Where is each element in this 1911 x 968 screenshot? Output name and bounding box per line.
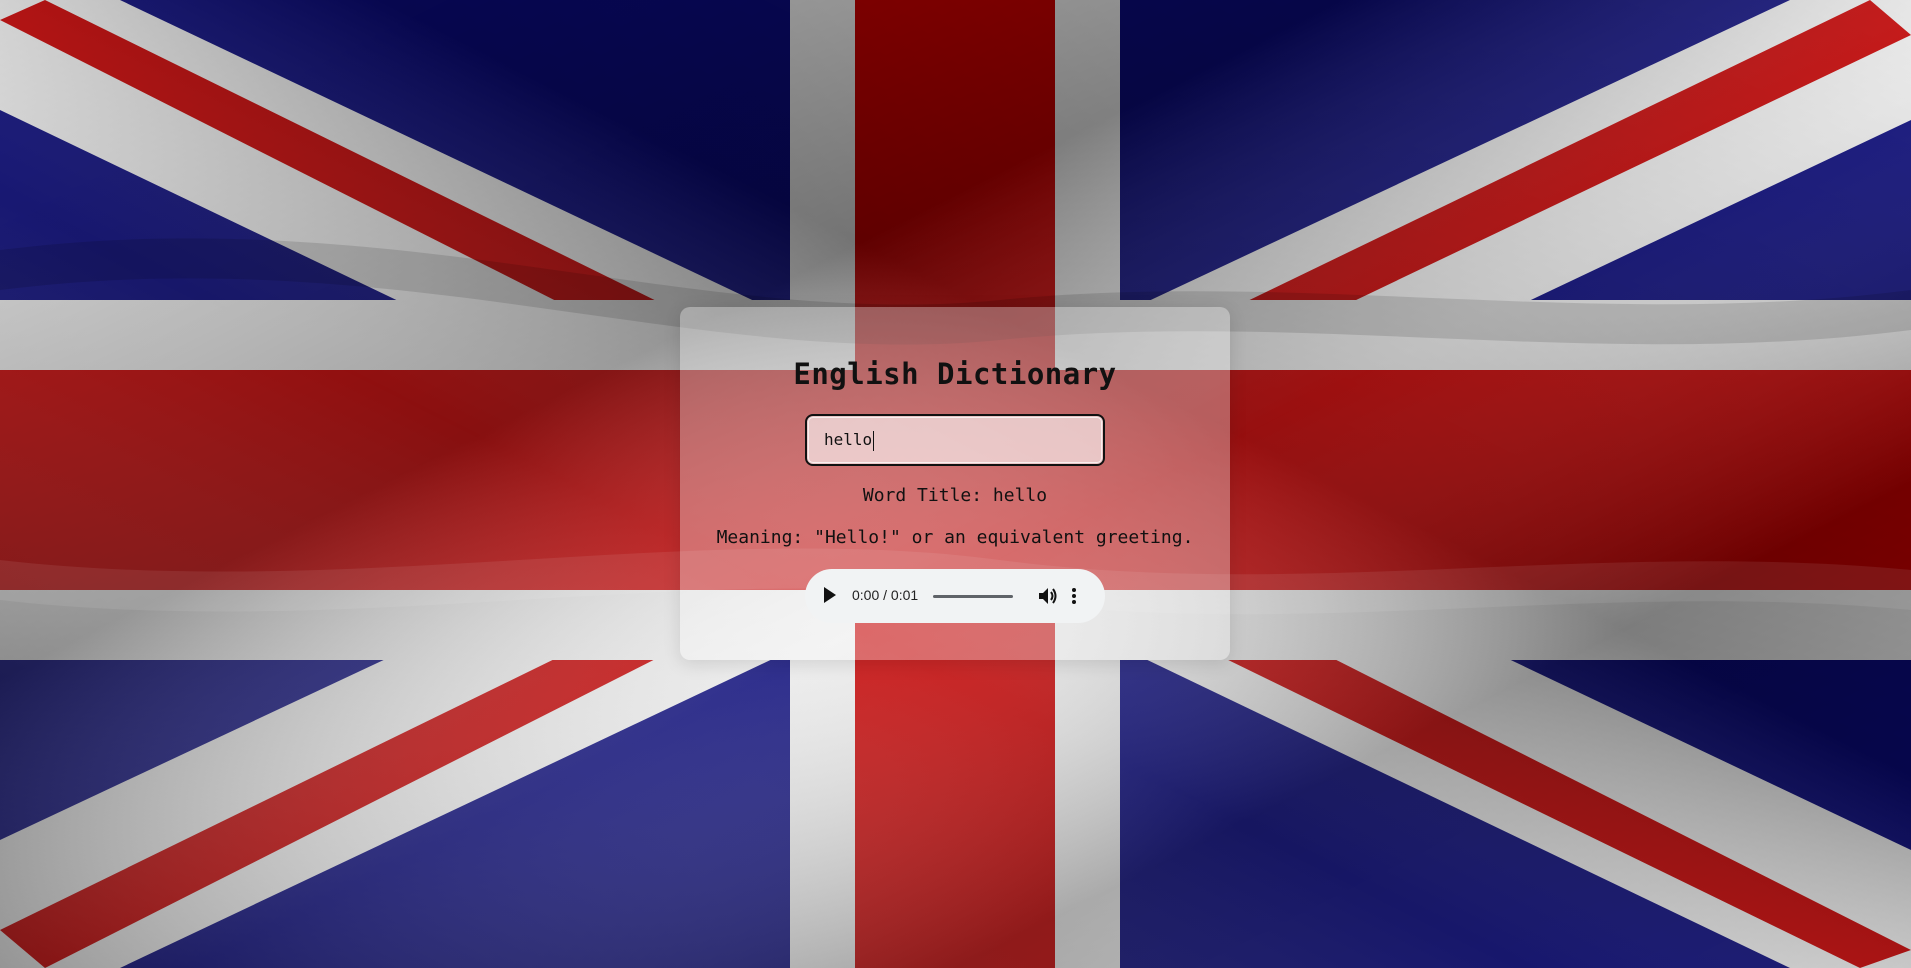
search-input-value: hello (824, 430, 873, 449)
page-title: English Dictionary (793, 357, 1117, 391)
text-caret (873, 430, 875, 451)
audio-time: 0:00 / 0:01 (852, 587, 919, 603)
word-title: Word Title: hello (862, 485, 1048, 506)
volume-icon[interactable] (1038, 587, 1058, 605)
audio-player[interactable]: 0:00 / 0:01 (805, 569, 1105, 623)
play-icon[interactable] (824, 587, 836, 603)
more-vert-icon[interactable] (1070, 587, 1078, 605)
dictionary-card: English Dictionary hello Word Title: hel… (680, 307, 1230, 660)
search-input[interactable]: hello (805, 414, 1105, 466)
audio-progress-slider[interactable] (933, 595, 1013, 598)
word-meaning: Meaning: "Hello!" or an equivalent greet… (716, 527, 1194, 548)
